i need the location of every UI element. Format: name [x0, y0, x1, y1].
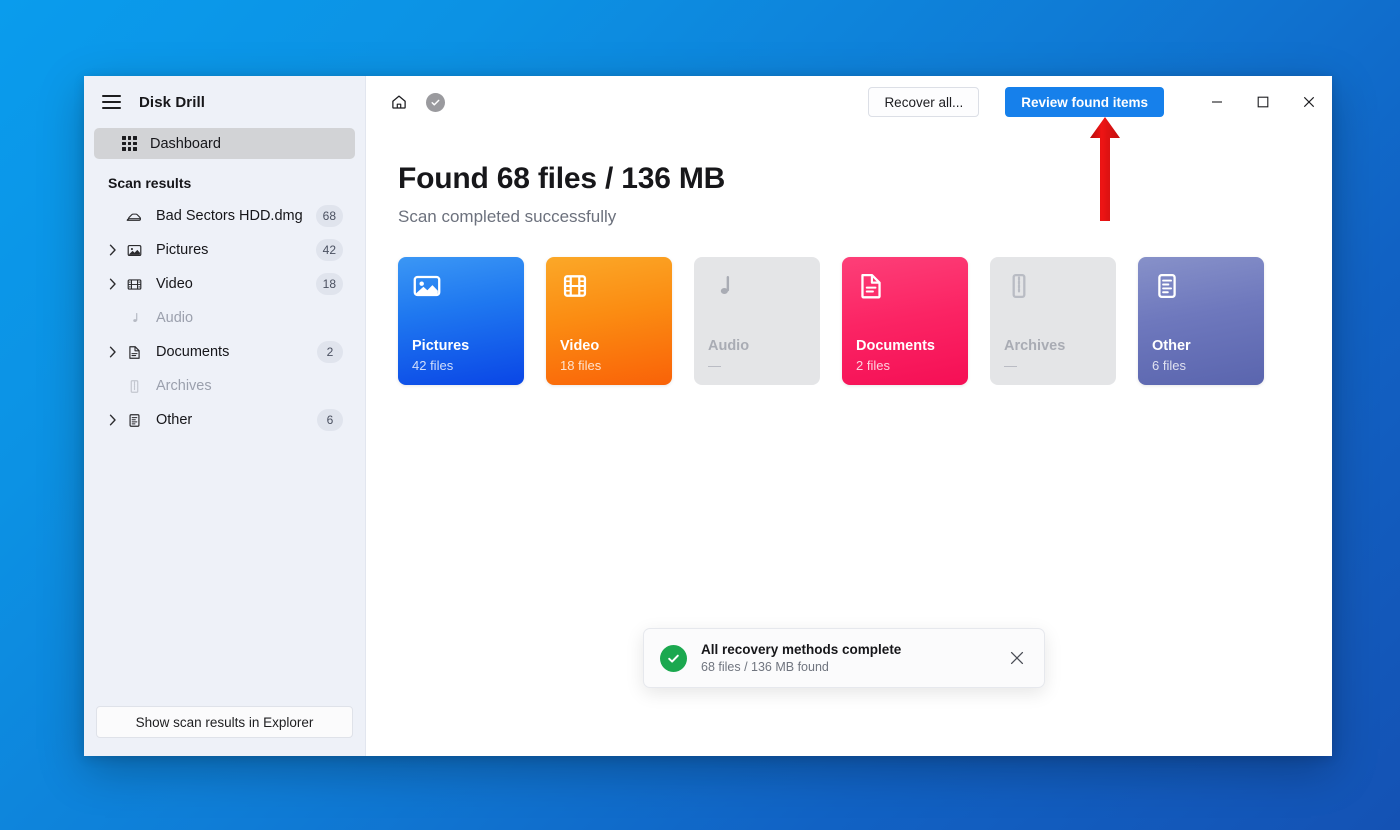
music-icon: [708, 271, 738, 306]
list-doc-icon: [122, 412, 146, 429]
document-icon: [122, 344, 146, 361]
file-type-card-pictures[interactable]: Pictures 42 files: [398, 257, 524, 385]
recover-all-button[interactable]: Recover all...: [868, 87, 980, 117]
sidebar-item-label: Bad Sectors HDD.dmg: [156, 208, 303, 224]
sidebar-item-video[interactable]: Video 18: [94, 267, 355, 301]
card-count: 18 files: [560, 358, 602, 373]
sidebar-item-label: Pictures: [156, 242, 209, 258]
file-type-card-archives: Archives —: [990, 257, 1116, 385]
image-icon: [412, 271, 442, 306]
sidebar-item-documents[interactable]: Documents 2: [94, 335, 355, 369]
toast-body: All recovery methods complete 68 files /…: [701, 642, 990, 674]
sidebar-item-label: Audio: [156, 310, 194, 326]
page-title: Found 68 files / 136 MB: [398, 162, 726, 195]
sidebar-item-dashboard[interactable]: Dashboard: [94, 128, 355, 159]
show-scan-results-in-explorer-button[interactable]: Show scan results in Explorer: [96, 706, 353, 738]
chevron-right-icon[interactable]: [104, 414, 122, 426]
sidebar-item-bad-sectors-hdd[interactable]: Bad Sectors HDD.dmg 68: [94, 199, 355, 233]
card-title: Pictures: [412, 338, 470, 354]
page-subtitle: Scan completed successfully: [398, 207, 617, 226]
archive-icon: [122, 378, 146, 395]
file-type-card-video[interactable]: Video 18 files: [546, 257, 672, 385]
archive-icon: [1004, 271, 1034, 306]
review-found-items-button[interactable]: Review found items: [1005, 87, 1164, 117]
card-title: Video: [560, 338, 600, 354]
file-type-card-other[interactable]: Other 6 files: [1138, 257, 1264, 385]
card-count: —: [708, 358, 721, 373]
sidebar: Disk Drill Dashboard Scan results Bad Se…: [84, 76, 366, 756]
file-type-card-audio: Audio —: [694, 257, 820, 385]
window-controls: [1194, 76, 1332, 128]
sidebar-section-label: Scan results: [108, 175, 192, 191]
main-content: Recover all... Review found items Found …: [366, 76, 1332, 756]
image-icon: [122, 242, 146, 259]
card-title: Audio: [708, 338, 750, 354]
disk-drill-window: Disk Drill Dashboard Scan results Bad Se…: [84, 76, 1332, 756]
sidebar-item-label: Dashboard: [150, 135, 221, 152]
card-title: Archives: [1004, 338, 1066, 354]
hamburger-icon[interactable]: [102, 95, 121, 109]
close-icon[interactable]: [1286, 76, 1332, 128]
grid-icon: [122, 136, 137, 151]
item-count-badge: 18: [315, 273, 343, 295]
sidebar-item-audio[interactable]: Audio: [94, 301, 355, 335]
chevron-right-icon[interactable]: [104, 278, 122, 290]
results-summary: Found 68 files / 136 MB Scan completed s…: [366, 128, 1332, 227]
success-check-icon: [660, 644, 687, 672]
item-count-badge: 2: [317, 341, 343, 363]
item-count-badge: 68: [315, 205, 343, 227]
sidebar-item-archives[interactable]: Archives: [94, 369, 355, 403]
item-count-badge: 42: [315, 239, 343, 261]
sidebar-item-label: Video: [156, 276, 193, 292]
sidebar-item-label: Other: [156, 412, 193, 428]
app-title: Disk Drill: [139, 93, 206, 111]
toast-title: All recovery methods complete: [701, 642, 902, 657]
document-icon: [856, 271, 886, 306]
film-icon: [122, 276, 146, 293]
toast-close-icon[interactable]: [1004, 645, 1030, 671]
chevron-right-icon[interactable]: [104, 346, 122, 358]
hard-drive-icon: [122, 208, 146, 225]
sidebar-item-label: Documents: [156, 344, 230, 360]
item-count-badge: 6: [317, 409, 343, 431]
sidebar-item-label: Archives: [156, 378, 212, 394]
sidebar-item-pictures[interactable]: Pictures 42: [94, 233, 355, 267]
home-icon[interactable]: [388, 91, 410, 113]
film-icon: [560, 271, 590, 306]
sidebar-nav: Dashboard Scan results Bad Sectors HDD.d…: [84, 128, 365, 706]
sidebar-footer: Show scan results in Explorer: [84, 706, 365, 756]
list-doc-icon: [1152, 271, 1182, 306]
maximize-icon[interactable]: [1240, 76, 1286, 128]
card-title: Documents: [856, 338, 935, 354]
chevron-right-icon[interactable]: [104, 244, 122, 256]
minimize-icon[interactable]: [1194, 76, 1240, 128]
file-type-cards: Pictures 42 files Video 18 files Audio —…: [366, 227, 1332, 385]
toast-notification: All recovery methods complete 68 files /…: [643, 628, 1045, 688]
toast-subtitle: 68 files / 136 MB found: [701, 660, 829, 674]
sidebar-item-other[interactable]: Other 6: [94, 403, 355, 437]
card-count: —: [1004, 358, 1017, 373]
card-count: 6 files: [1152, 358, 1186, 373]
scan-status-check-icon[interactable]: [426, 92, 445, 112]
music-icon: [122, 310, 146, 327]
card-title: Other: [1152, 338, 1191, 354]
file-type-card-documents[interactable]: Documents 2 files: [842, 257, 968, 385]
top-toolbar: Recover all... Review found items: [366, 76, 1332, 128]
card-count: 2 files: [856, 358, 890, 373]
sidebar-header: Disk Drill: [84, 76, 365, 128]
card-count: 42 files: [412, 358, 454, 373]
